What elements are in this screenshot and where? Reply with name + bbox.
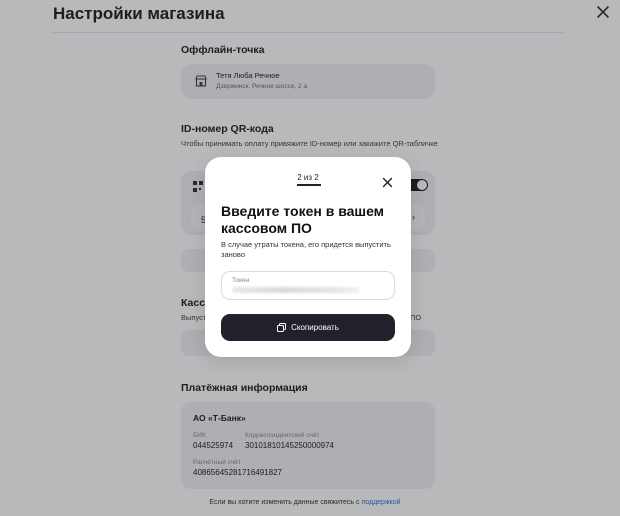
step-underline	[297, 184, 321, 186]
token-modal: 2 из 2 Введите токен в вашем кассовом ПО…	[205, 157, 411, 357]
close-icon[interactable]	[382, 175, 393, 188]
step-indicator: 2 из 2	[297, 173, 319, 182]
copy-button[interactable]: Скопировать	[221, 314, 395, 341]
copy-button-label: Скопировать	[291, 323, 339, 332]
token-field[interactable]: Токен	[221, 271, 395, 300]
token-value	[232, 287, 360, 293]
token-label: Токен	[232, 277, 250, 284]
modal-title: Введите токен в вашем кассовом ПО	[221, 203, 385, 236]
modal-description: В случае утраты токена, его придется вып…	[221, 240, 391, 259]
copy-icon	[277, 323, 287, 332]
